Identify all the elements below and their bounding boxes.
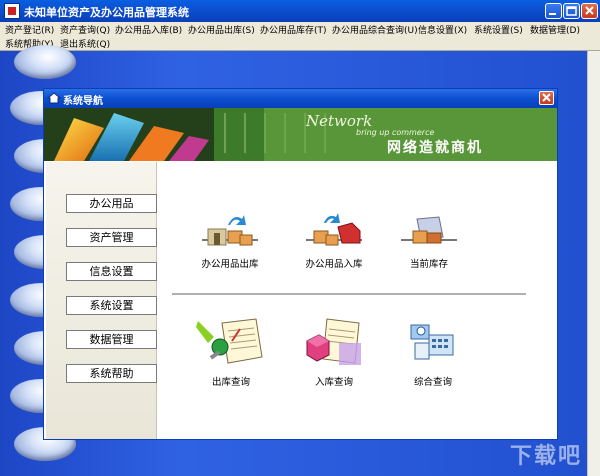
minimize-icon	[549, 13, 556, 15]
dialog-titlebar: 系统导航	[44, 89, 557, 108]
scrollbar[interactable]	[587, 51, 600, 476]
menu-bar: 资产登记(R) 资产查询(Q) 办公用品入库(B) 办公用品出库(S) 办公用品…	[0, 22, 600, 51]
system-navigation-dialog: 系统导航 Network bring up commerce 网络造就商机 办公…	[43, 88, 558, 440]
nav-system-help[interactable]: 系统帮助	[66, 364, 157, 383]
window-title: 未知单位资产及办公用品管理系统	[24, 6, 189, 19]
menu-office-stockin[interactable]: 办公用品入库(B)	[115, 23, 182, 36]
action-office-stockin[interactable]: 办公用品入库	[284, 211, 384, 270]
action-stockin-query[interactable]: 入库查询	[284, 317, 384, 388]
minimize-button[interactable]	[545, 3, 562, 19]
banner-image: Network bring up commerce 网络造就商机	[44, 108, 557, 161]
action-current-inventory[interactable]: 当前库存	[379, 211, 479, 270]
inventory-icon	[401, 216, 457, 244]
menu-office-inventory[interactable]: 办公用品库存(T)	[260, 23, 327, 36]
stockout-icon	[202, 215, 258, 246]
close-button[interactable]	[581, 3, 598, 19]
action-combined-query[interactable]: 综合查询	[383, 317, 483, 388]
app-icon	[4, 3, 20, 19]
watermark: 下载吧	[509, 444, 582, 469]
decor-orb	[14, 45, 76, 79]
home-icon	[47, 92, 61, 104]
action-current-inventory-label: 当前库存	[409, 259, 448, 270]
close-icon	[542, 93, 551, 102]
menu-office-stockout[interactable]: 办公用品出库(S)	[188, 23, 255, 36]
nav-data-management[interactable]: 数据管理	[66, 330, 157, 349]
menu-asset-register[interactable]: 资产登记(R)	[5, 23, 54, 36]
nav-info-settings[interactable]: 信息设置	[66, 262, 157, 281]
action-stockout-query[interactable]: 出库查询	[181, 317, 281, 388]
nav-panel: 办公用品 资产管理 信息设置 系统设置 数据管理 系统帮助	[46, 162, 157, 439]
close-icon	[585, 6, 594, 15]
stockout-query-icon	[196, 318, 263, 364]
action-office-stockout-label: 办公用品出库	[201, 259, 259, 270]
maximize-icon	[566, 6, 577, 16]
action-stockin-query-label: 入库查询	[314, 377, 353, 388]
stockin-icon	[306, 213, 362, 246]
banner-subtitle: bring up commerce	[356, 128, 435, 137]
section-divider	[172, 293, 526, 296]
menu-info-settings[interactable]: 信息设置(X)	[418, 23, 467, 36]
menu-office-query[interactable]: 办公用品综合查询(U)	[332, 23, 418, 36]
banner-slogan: 网络造就商机	[387, 140, 483, 156]
action-office-stockout[interactable]: 办公用品出库	[180, 211, 280, 270]
window-titlebar: 未知单位资产及办公用品管理系统	[0, 0, 600, 22]
nav-office-supplies[interactable]: 办公用品	[66, 194, 157, 213]
dialog-title: 系统导航	[63, 96, 103, 107]
menu-system-settings[interactable]: 系统设置(S)	[474, 23, 523, 36]
menu-asset-query[interactable]: 资产查询(Q)	[60, 23, 110, 36]
dialog-close-button[interactable]	[539, 91, 554, 105]
menu-exit[interactable]: 退出系统(Q)	[60, 37, 110, 50]
maximize-button[interactable]	[563, 3, 580, 19]
nav-asset-management[interactable]: 资产管理	[66, 228, 157, 247]
menu-data-management[interactable]: 数据管理(D)	[530, 23, 580, 36]
action-office-stockin-label: 办公用品入库	[305, 259, 363, 270]
combined-query-icon	[410, 324, 454, 360]
action-stockout-query-label: 出库查询	[211, 377, 250, 388]
nav-system-settings[interactable]: 系统设置	[66, 296, 157, 315]
action-combined-query-label: 综合查询	[413, 377, 452, 388]
stockin-query-icon	[306, 318, 361, 365]
